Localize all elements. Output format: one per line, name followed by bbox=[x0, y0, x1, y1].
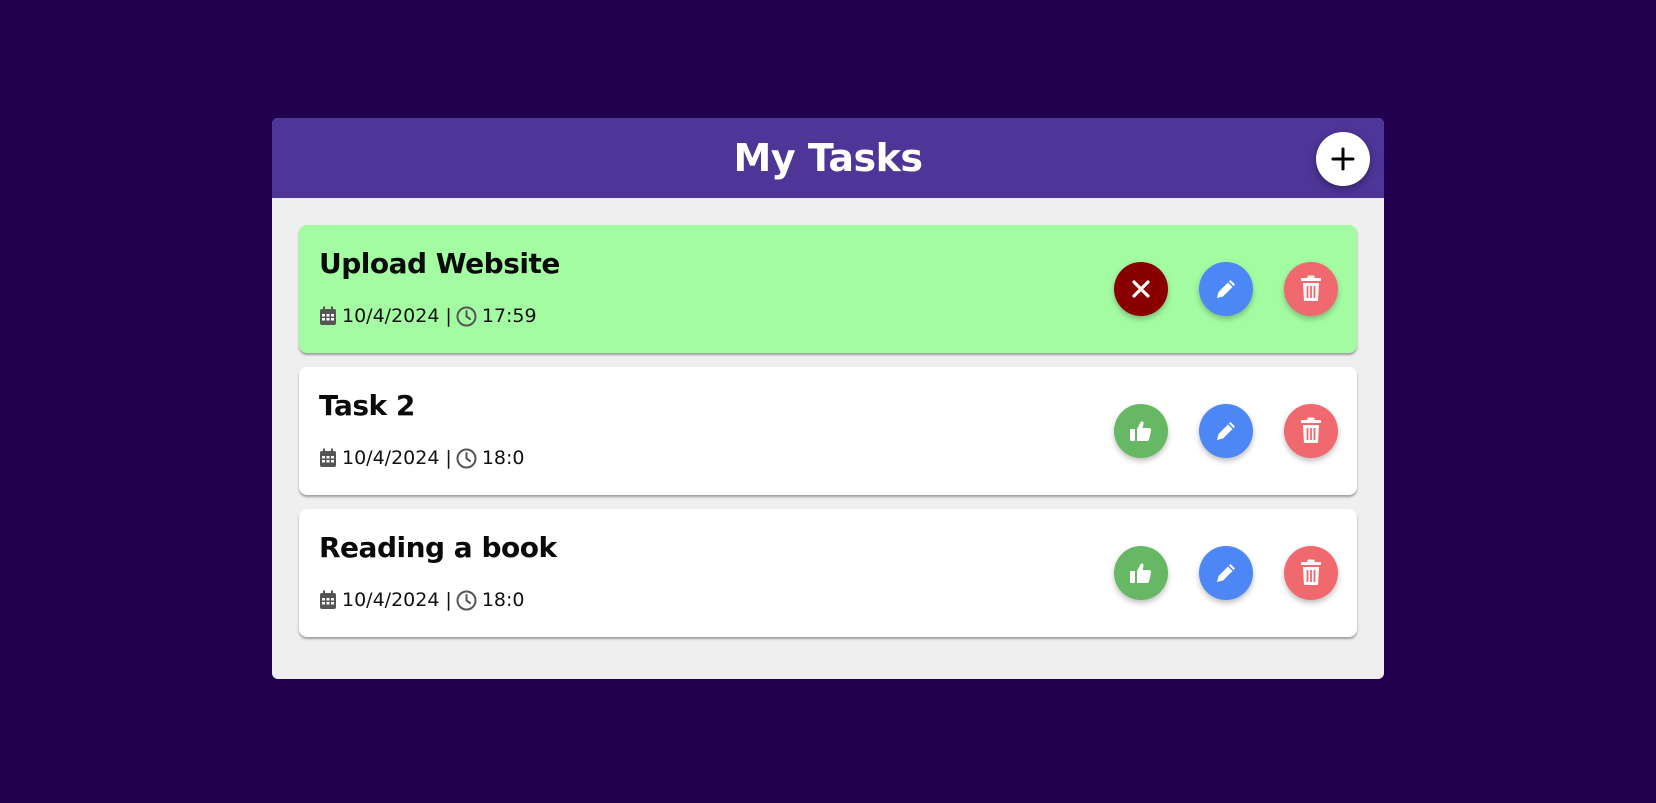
trash-icon bbox=[1301, 417, 1321, 443]
clock-icon bbox=[456, 306, 477, 326]
pencil-icon bbox=[1217, 422, 1235, 440]
task-actions bbox=[1114, 262, 1338, 316]
task-title: Reading a book bbox=[319, 531, 557, 564]
task-date: 10/4/2024 bbox=[342, 305, 440, 327]
task-date: 10/4/2024 bbox=[342, 447, 440, 469]
panel-header: My Tasks bbox=[272, 118, 1384, 198]
calendar-icon bbox=[320, 306, 336, 325]
edit-task-button[interactable] bbox=[1199, 546, 1253, 600]
x-icon bbox=[1132, 280, 1150, 298]
task-title: Task 2 bbox=[319, 389, 415, 422]
thumbs-up-icon bbox=[1130, 421, 1152, 441]
meta-separator: | bbox=[445, 589, 452, 611]
edit-task-button[interactable] bbox=[1199, 262, 1253, 316]
mark-complete-button[interactable] bbox=[1114, 546, 1168, 600]
task-actions bbox=[1114, 404, 1338, 458]
pencil-icon bbox=[1217, 564, 1235, 582]
mark-complete-button[interactable] bbox=[1114, 404, 1168, 458]
task-meta: 10/4/2024 | 18:0 bbox=[319, 447, 525, 469]
task-meta: 10/4/2024 | 18:0 bbox=[319, 589, 525, 611]
task-meta: 10/4/2024 | 17:59 bbox=[319, 305, 537, 327]
calendar-icon bbox=[320, 448, 336, 467]
plus-icon bbox=[1331, 147, 1355, 171]
trash-icon bbox=[1301, 275, 1321, 301]
task-actions bbox=[1114, 546, 1338, 600]
meta-separator: | bbox=[445, 447, 452, 469]
task-card: Upload Website 10/4/2024 | 17:59 bbox=[299, 225, 1357, 353]
trash-icon bbox=[1301, 559, 1321, 585]
delete-task-button[interactable] bbox=[1284, 262, 1338, 316]
clock-icon bbox=[456, 448, 477, 468]
clock-icon bbox=[456, 590, 477, 610]
delete-task-button[interactable] bbox=[1284, 404, 1338, 458]
task-list: Upload Website 10/4/2024 | 17:59 Task 2 … bbox=[299, 225, 1357, 651]
tasks-panel: My Tasks Upload Website 10/4/2024 | 17:5… bbox=[272, 118, 1384, 679]
delete-task-button[interactable] bbox=[1284, 546, 1338, 600]
task-card: Task 2 10/4/2024 | 18:0 bbox=[299, 367, 1357, 495]
page-title: My Tasks bbox=[733, 136, 924, 180]
add-task-button[interactable] bbox=[1316, 132, 1370, 186]
task-time: 18:0 bbox=[481, 447, 525, 469]
task-time: 17:59 bbox=[481, 305, 537, 327]
pencil-icon bbox=[1217, 280, 1235, 298]
meta-separator: | bbox=[445, 305, 452, 327]
task-card: Reading a book 10/4/2024 | 18:0 bbox=[299, 509, 1357, 637]
thumbs-up-icon bbox=[1130, 563, 1152, 583]
calendar-icon bbox=[320, 590, 336, 609]
task-title: Upload Website bbox=[319, 247, 560, 280]
edit-task-button[interactable] bbox=[1199, 404, 1253, 458]
mark-incomplete-button[interactable] bbox=[1114, 262, 1168, 316]
task-time: 18:0 bbox=[481, 589, 525, 611]
task-date: 10/4/2024 bbox=[342, 589, 440, 611]
